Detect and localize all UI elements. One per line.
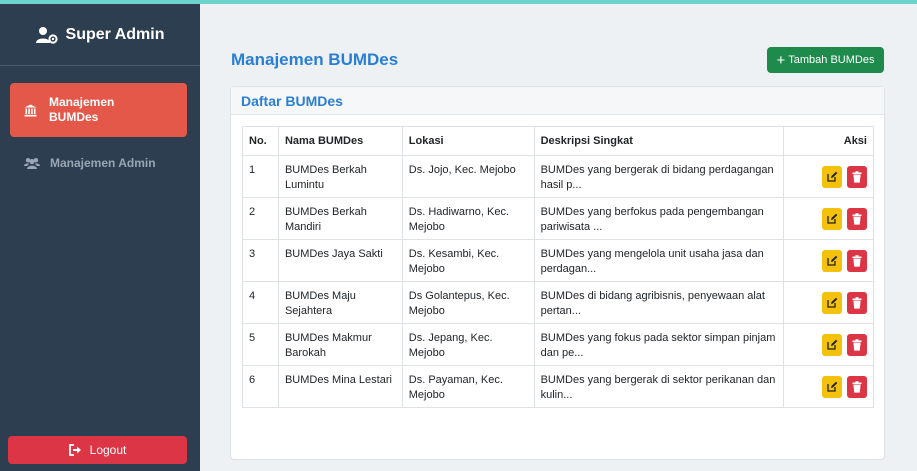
cell-no: 6 [242,365,279,408]
cell-no: 1 [242,155,279,198]
column-header-name: Nama BUMDes [277,126,403,156]
edit-icon [826,171,837,182]
cell-actions [783,155,874,198]
table-row: 2 BUMDes Berkah Mandiri Ds. Hadiwarno, K… [242,197,874,240]
table-row: 5 BUMDes Makmur Barokah Ds. Jepang, Kec.… [242,323,874,366]
trash-icon [852,170,862,183]
bank-icon [24,104,37,116]
edit-button[interactable] [822,291,842,314]
delete-button[interactable] [847,207,867,230]
edit-button[interactable] [822,249,842,272]
add-bumdes-label: Tambah BUMDes [788,54,875,66]
trash-icon [852,296,862,309]
cell-actions [783,197,874,240]
cell-location: Ds. Jojo, Kec. Mejobo [401,155,535,198]
cell-name: BUMDes Mina Lestari [277,365,403,408]
cell-description: BUMDes yang bergerak di sektor perikanan… [533,365,785,408]
trash-icon [852,254,862,267]
column-header-actions: Aksi [783,126,874,156]
cell-description: BUMDes yang berfokus pada pengembangan p… [533,197,785,240]
cell-actions [783,281,874,324]
column-header-no: No. [242,126,279,156]
cell-actions [783,365,874,408]
cell-no: 5 [242,323,279,366]
column-header-description: Deskripsi Singkat [533,126,785,156]
edit-button[interactable] [822,207,842,230]
edit-icon [826,255,837,266]
delete-button[interactable] [847,333,867,356]
logout-label: Logout [89,443,127,457]
sidebar-item-manajemen-admin[interactable]: Manajemen Admin [10,152,187,174]
cell-no: 4 [242,281,279,324]
edit-button[interactable] [822,375,842,398]
cell-description: BUMDes di bidang agribisnis, penyewaan a… [533,281,785,324]
cell-actions [783,323,874,366]
cell-name: BUMDes Maju Sejahtera [277,281,403,324]
sidebar-item-label: Manajemen Admin [50,156,156,170]
cell-name: BUMDes Jaya Sakti [277,239,403,282]
cell-no: 2 [242,197,279,240]
sidebar-brand: Super Admin [0,4,200,66]
user-cog-icon [35,26,58,44]
cell-location: Ds Golantepus, Kec. Mejobo [401,281,535,324]
plus-icon: + [776,51,786,69]
cell-location: Ds. Kesambi, Kec. Mejobo [401,239,535,282]
table-row: 1 BUMDes Berkah Lumintu Ds. Jojo, Kec. M… [242,155,874,198]
page-title: Manajemen BUMDes [231,50,399,69]
delete-button[interactable] [847,249,867,272]
edit-icon [826,381,837,392]
card-title: Daftar BUMDes [231,87,884,115]
users-icon [24,158,40,169]
cell-actions [783,239,874,282]
cell-no: 3 [242,239,279,282]
cell-name: BUMDes Berkah Mandiri [277,197,403,240]
trash-icon [852,212,862,225]
brand-label: Super Admin [65,25,165,43]
sidebar: Super Admin Manajemen BUMDes Manajemen A… [0,4,200,471]
edit-icon [826,339,837,350]
table-row: 6 BUMDes Mina Lestari Ds. Payaman, Kec. … [242,365,874,408]
cell-description: BUMDes yang bergerak di bidang perdagang… [533,155,785,198]
sidebar-item-label: Manajemen BUMDes [49,95,115,124]
sidebar-item-manajemen-bumdes[interactable]: Manajemen BUMDes [10,83,187,137]
edit-icon [826,297,837,308]
bumdes-card: Daftar BUMDes No. Nama BUMDes Lokasi Des… [230,86,885,460]
edit-button[interactable] [822,165,842,188]
delete-button[interactable] [847,165,867,188]
table-header-row: No. Nama BUMDes Lokasi Deskripsi Singkat… [242,126,874,156]
trash-icon [852,380,862,393]
edit-button[interactable] [822,333,842,356]
logout-button[interactable]: Logout [8,436,187,464]
edit-icon [826,213,837,224]
delete-button[interactable] [847,291,867,314]
cell-description: BUMDes yang fokus pada sektor simpan pin… [533,323,785,366]
cell-location: Ds. Jepang, Kec. Mejobo [401,323,535,366]
cell-location: Ds. Payaman, Kec. Mejobo [401,365,535,408]
trash-icon [852,338,862,351]
sign-out-icon [68,444,81,456]
delete-button[interactable] [847,375,867,398]
column-header-location: Lokasi [401,126,535,156]
table-row: 4 BUMDes Maju Sejahtera Ds Golantepus, K… [242,281,874,324]
cell-name: BUMDes Berkah Lumintu [277,155,403,198]
bumdes-table: No. Nama BUMDes Lokasi Deskripsi Singkat… [242,126,874,408]
cell-location: Ds. Hadiwarno, Kec. Mejobo [401,197,535,240]
add-bumdes-button[interactable]: + Tambah BUMDes [767,47,884,73]
cell-description: BUMDes yang mengelola unit usaha jasa da… [533,239,785,282]
table-row: 3 BUMDes Jaya Sakti Ds. Kesambi, Kec. Me… [242,239,874,282]
cell-name: BUMDes Makmur Barokah [277,323,403,366]
